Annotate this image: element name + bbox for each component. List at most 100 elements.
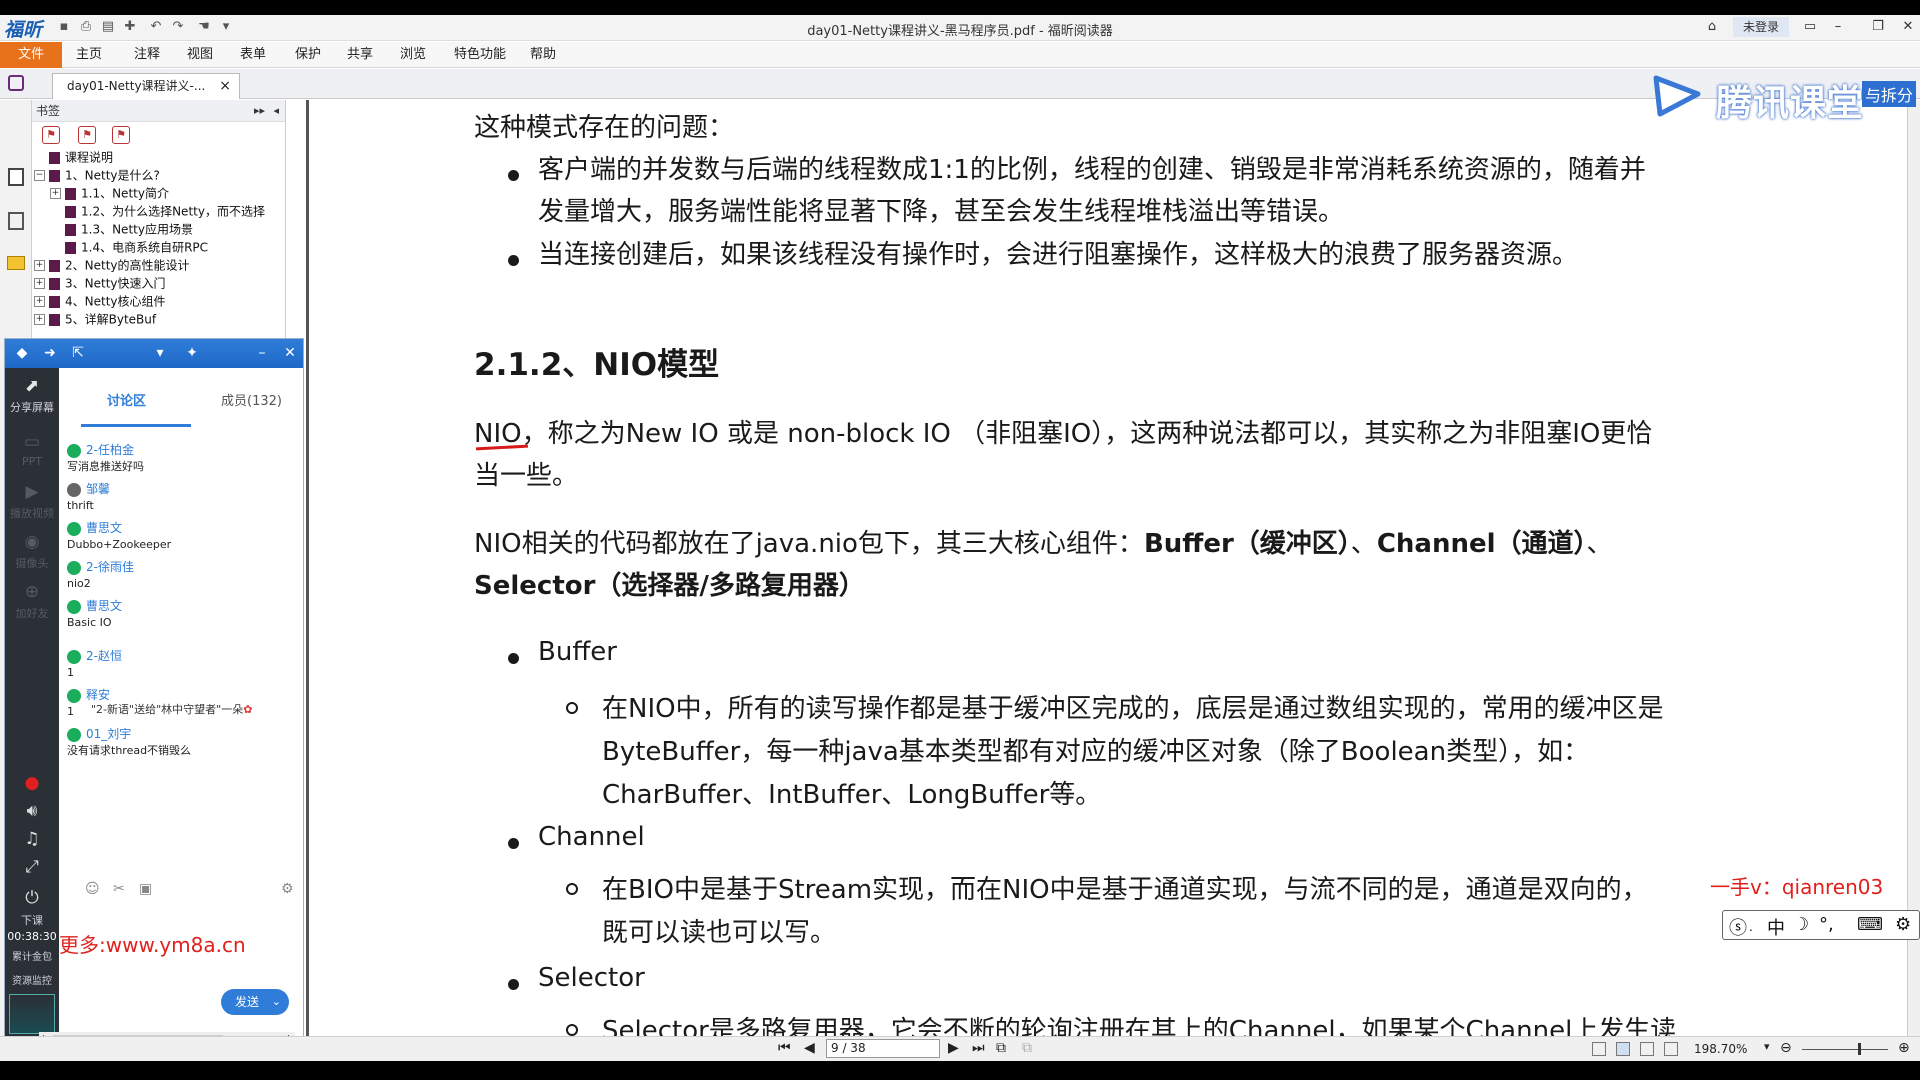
panel-expand-icon[interactable]: ▸▸: [254, 100, 265, 122]
tab-discussion[interactable]: 讨论区: [107, 390, 146, 409]
sidebar-item-ppt[interactable]: ▭ PPT: [5, 432, 59, 468]
send-options-icon[interactable]: ⌄: [272, 989, 281, 1015]
zoom-out-icon[interactable]: ⊖: [1780, 1040, 1792, 1056]
menu-view[interactable]: 视图: [187, 42, 213, 68]
bookmark-panel-icon[interactable]: [8, 168, 24, 186]
ime-lang-toggle[interactable]: 中: [1767, 914, 1785, 940]
panel-close-icon[interactable]: ✕: [281, 344, 299, 362]
share-out-icon[interactable]: ⇱: [69, 344, 87, 362]
bookmark-item[interactable]: +3、Netty快速入门: [34, 274, 166, 292]
sidebar-item-add-friend[interactable]: ⊕ 加好友: [5, 582, 59, 621]
chat-settings-icon[interactable]: ⚙: [281, 881, 294, 897]
tree-expander-icon[interactable]: +: [34, 260, 45, 271]
zoom-level[interactable]: 198.70%: [1694, 1042, 1747, 1056]
continuous-view-icon[interactable]: [1616, 1042, 1630, 1056]
chat-author[interactable]: 曹思文: [67, 597, 297, 615]
bookmark-expand-icon[interactable]: ⚑: [78, 126, 96, 144]
ime-logo-icon[interactable]: ⓢ: [1729, 914, 1747, 940]
gift-icon[interactable]: ◆: [13, 344, 31, 362]
prev-page-icon[interactable]: ◀: [804, 1040, 815, 1056]
speaker-icon[interactable]: 🔊︎: [5, 801, 59, 821]
forward-icon[interactable]: ➜: [41, 344, 59, 362]
screenshot-icon[interactable]: ✂: [113, 881, 125, 897]
tree-expander-icon[interactable]: +: [34, 278, 45, 289]
tab-members[interactable]: 成员(132): [221, 390, 282, 409]
page-number-input[interactable]: 9 / 38: [826, 1039, 940, 1058]
menu-features[interactable]: 特色功能: [454, 42, 506, 68]
single-page-view-icon[interactable]: [1592, 1042, 1606, 1056]
end-class-label[interactable]: 下课: [5, 912, 59, 928]
chat-author[interactable]: 2-任柏金: [67, 441, 297, 459]
tree-expander-icon[interactable]: −: [34, 170, 45, 181]
chat-author[interactable]: 2-赵恒: [67, 647, 297, 665]
close-button[interactable]: ✕: [1896, 18, 1920, 36]
minimize-button[interactable]: –: [1826, 18, 1850, 36]
tree-expander-icon[interactable]: +: [34, 296, 45, 307]
tab-document[interactable]: day01-Netty课程讲义-... ×: [52, 73, 240, 99]
bookmark-item[interactable]: − 1、Netty是什么?: [34, 166, 160, 184]
chat-author[interactable]: 2-徐雨佳: [67, 558, 297, 576]
zoom-slider-thumb[interactable]: [1858, 1043, 1861, 1055]
ime-keyboard-icon[interactable]: ⌨: [1857, 914, 1883, 935]
image-icon[interactable]: ▣: [139, 881, 152, 897]
bookmark-collapse-icon[interactable]: ⚑: [112, 126, 130, 144]
menu-share[interactable]: 共享: [347, 42, 373, 68]
sidebar-item-video[interactable]: ▶ 播放视频: [5, 482, 59, 521]
first-page-icon[interactable]: ⏮: [778, 1040, 791, 1056]
ribbon-toggle-icon[interactable]: ▭: [1798, 18, 1822, 36]
ime-settings-icon[interactable]: ⚙: [1895, 914, 1911, 935]
menu-browse[interactable]: 浏览: [400, 42, 426, 68]
ime-punct-icon[interactable]: °,: [1819, 914, 1834, 935]
last-page-icon[interactable]: ⏭: [972, 1040, 985, 1056]
tab-close-icon[interactable]: ×: [219, 74, 231, 98]
continuous-facing-view-icon[interactable]: [1664, 1042, 1678, 1056]
menu-help[interactable]: 帮助: [530, 42, 556, 68]
bookmark-item[interactable]: +5、详解ByteBuf: [34, 310, 156, 328]
menu-home[interactable]: 主页: [76, 42, 102, 68]
bookmark-item[interactable]: +2、Netty的高性能设计: [34, 256, 190, 274]
chat-author[interactable]: 邹馨: [67, 480, 297, 498]
login-button[interactable]: 未登录: [1733, 17, 1789, 37]
menu-protect[interactable]: 保护: [295, 42, 321, 68]
menu-file[interactable]: 文件: [0, 42, 62, 68]
bookmark-item[interactable]: 课程说明: [34, 148, 113, 166]
menu-comment[interactable]: 注释: [134, 42, 160, 68]
sidebar-item-share-screen[interactable]: ⬈ 分享屏幕: [5, 376, 59, 415]
comments-panel-icon[interactable]: [7, 256, 25, 270]
vertical-scrollbar[interactable]: [1907, 100, 1920, 1036]
panel-minimize-icon[interactable]: –: [253, 344, 271, 362]
chat-author[interactable]: 曹思文: [67, 519, 297, 537]
tree-expander-icon[interactable]: +: [50, 188, 61, 199]
next-view-icon[interactable]: ⧉: [1022, 1040, 1032, 1056]
fullscreen-icon[interactable]: ⤢: [5, 857, 59, 877]
prev-view-icon[interactable]: ⧉: [996, 1040, 1006, 1056]
zoom-slider[interactable]: [1802, 1049, 1888, 1050]
next-page-icon[interactable]: ▶: [948, 1040, 959, 1056]
tree-expander-icon[interactable]: +: [34, 314, 45, 325]
skin-icon[interactable]: ⌂: [1700, 18, 1724, 36]
menu-form[interactable]: 表单: [240, 42, 266, 68]
bookmark-add-icon[interactable]: ⚑: [42, 126, 60, 144]
pin-icon[interactable]: ✦: [183, 344, 201, 362]
panel-collapse-icon[interactable]: ◂: [273, 100, 279, 122]
bookmark-item[interactable]: +1.1、Netty简介: [50, 184, 169, 202]
emoji-icon[interactable]: ☺: [85, 881, 100, 897]
bookmark-item[interactable]: 1.3、Netty应用场景: [50, 220, 193, 238]
ime-moon-icon[interactable]: ☽: [1793, 914, 1809, 935]
dropdown-icon[interactable]: ▾: [151, 344, 169, 362]
sidebar-item-camera[interactable]: ◉ 摄像头: [5, 532, 59, 571]
resource-monitor-label[interactable]: 资源监控: [5, 972, 59, 987]
zoom-in-icon[interactable]: ⊕: [1898, 1040, 1910, 1056]
chat-author[interactable]: 01_刘宇: [67, 725, 297, 743]
end-class-icon[interactable]: ⏻: [5, 888, 59, 908]
ime-toolbar[interactable]: ⓢ . 中 ☽ °, ⌨ ⚙: [1722, 910, 1920, 940]
facing-view-icon[interactable]: [1640, 1042, 1654, 1056]
send-button[interactable]: 发送 ⌄: [221, 989, 289, 1015]
page-thumbnail-icon[interactable]: [8, 212, 24, 230]
bookmark-item[interactable]: +4、Netty核心组件: [34, 292, 166, 310]
zoom-dropdown-icon[interactable]: ▾: [1764, 1040, 1770, 1053]
microphone-icon[interactable]: ●: [5, 773, 59, 793]
maximize-button[interactable]: ❐: [1866, 18, 1890, 36]
bookmark-item[interactable]: 1.4、电商系统自研RPC: [50, 238, 208, 256]
bookmark-item[interactable]: 1.2、为什么选择Netty，而不选择: [50, 202, 265, 220]
